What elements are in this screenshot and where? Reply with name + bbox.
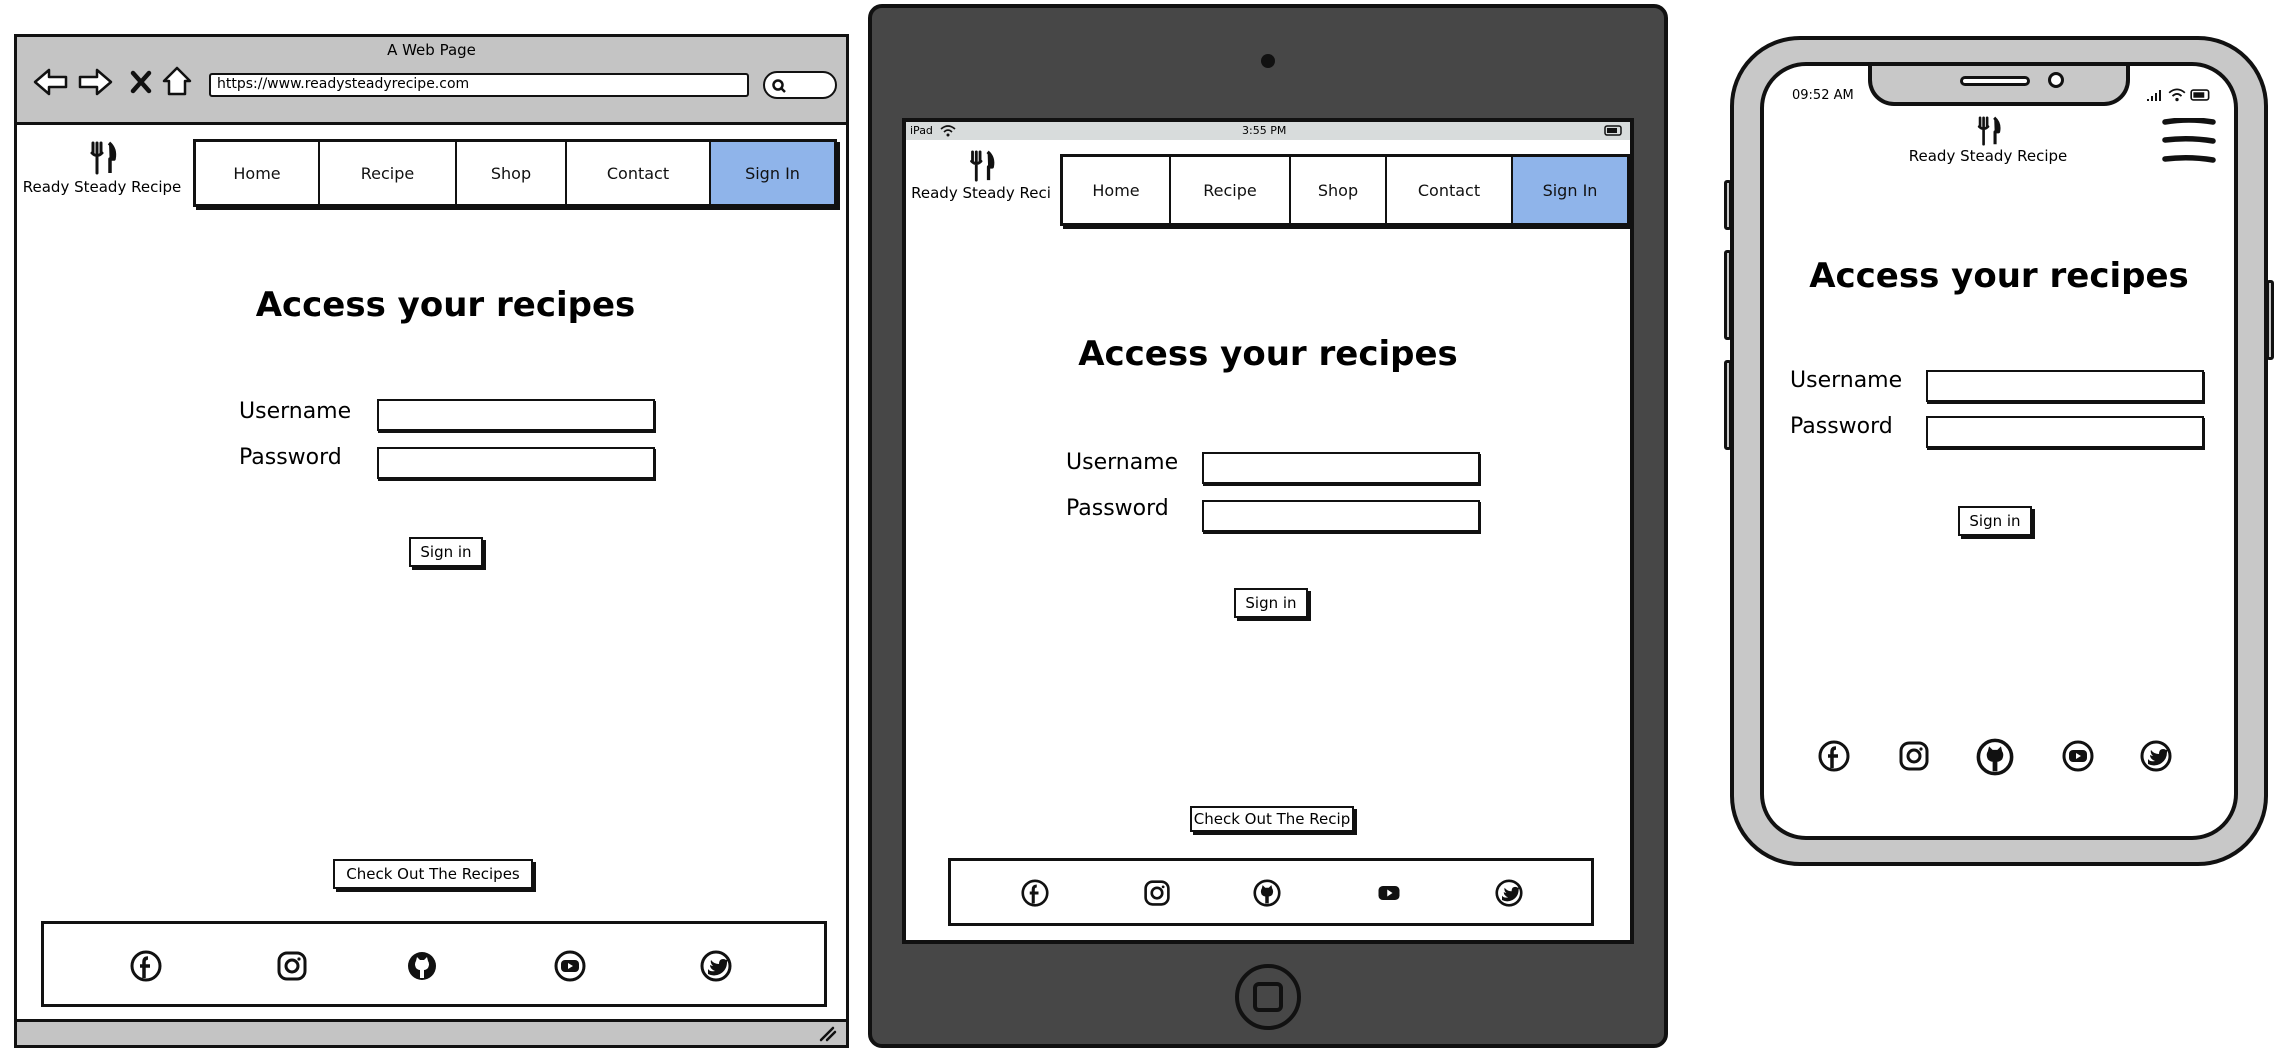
- browser-window: A Web Page https://www.readysteadyrecipe…: [14, 34, 849, 1048]
- site-logo[interactable]: Ready Steady Reci: [906, 150, 1056, 202]
- social-footer: [948, 858, 1594, 926]
- sign-in-button[interactable]: Sign in: [1958, 506, 2032, 536]
- facebook-icon[interactable]: [130, 950, 162, 982]
- nav-recipe[interactable]: Recipe: [320, 142, 457, 204]
- phone-side-button: [2266, 280, 2274, 360]
- sign-in-button[interactable]: Sign in: [1234, 588, 1308, 618]
- hamburger-menu-icon[interactable]: [2162, 118, 2216, 164]
- username-input[interactable]: [1926, 370, 2204, 402]
- password-label: Password: [239, 445, 342, 470]
- nav-shop[interactable]: Shop: [457, 142, 567, 204]
- tablet-device-label: iPad: [910, 124, 933, 137]
- site-logo[interactable]: Ready Steady Recipe: [1908, 116, 2068, 165]
- youtube-icon[interactable]: [2062, 740, 2094, 772]
- password-input[interactable]: [377, 447, 655, 479]
- back-arrow-icon[interactable]: [33, 67, 69, 97]
- username-label: Username: [1790, 368, 1903, 393]
- tablet-time: 3:55 PM: [1242, 124, 1287, 137]
- page-heading: Access your recipes: [1078, 334, 1458, 374]
- username-input[interactable]: [377, 399, 655, 431]
- github-icon[interactable]: [1976, 738, 2014, 776]
- site-brand: Ready Steady Reci: [911, 184, 1051, 202]
- search-box[interactable]: [763, 71, 837, 99]
- password-input[interactable]: [1202, 500, 1480, 532]
- phone-time: 09:52 AM: [1792, 88, 1854, 103]
- site-logo[interactable]: Ready Steady Recipe: [21, 141, 183, 196]
- fork-knife-icon: [90, 141, 117, 175]
- phone-side-button: [1724, 250, 1732, 340]
- close-icon[interactable]: [129, 69, 153, 95]
- username-input[interactable]: [1202, 452, 1480, 484]
- instagram-icon[interactable]: [276, 950, 308, 982]
- github-icon[interactable]: [406, 950, 438, 982]
- facebook-icon[interactable]: [1021, 879, 1049, 907]
- password-label: Password: [1790, 414, 1893, 439]
- twitter-icon[interactable]: [700, 950, 732, 982]
- youtube-icon[interactable]: [554, 950, 586, 982]
- nav-shop[interactable]: Shop: [1291, 157, 1387, 223]
- password-input[interactable]: [1926, 416, 2204, 448]
- fork-knife-icon: [1977, 116, 2001, 146]
- battery-icon: [2190, 89, 2210, 101]
- tablet-device: iPad 3:55 PM Ready Steady Reci Home Reci…: [868, 4, 1668, 1048]
- youtube-icon[interactable]: [1375, 879, 1403, 907]
- check-recipes-button[interactable]: Check Out The Recipes: [333, 859, 533, 889]
- instagram-icon[interactable]: [1143, 879, 1171, 907]
- wifi-icon: [940, 125, 956, 137]
- twitter-icon[interactable]: [2140, 740, 2172, 772]
- fork-knife-icon: [970, 150, 995, 182]
- check-recipes-button[interactable]: Check Out The Recip: [1190, 806, 1354, 832]
- social-footer: [41, 921, 827, 1007]
- phone-screen: 09:52 AM Ready Steady Recipe Access your…: [1760, 62, 2238, 840]
- forward-arrow-icon[interactable]: [77, 67, 113, 97]
- browser-toolbar: A Web Page https://www.readysteadyrecipe…: [17, 37, 846, 125]
- signal-icon: [2147, 90, 2161, 101]
- page-heading: Access your recipes: [1809, 256, 2189, 296]
- sign-in-button[interactable]: Sign in: [409, 537, 483, 567]
- nav-home[interactable]: Home: [1063, 157, 1171, 223]
- instagram-icon[interactable]: [1898, 740, 1930, 772]
- github-icon[interactable]: [1253, 879, 1281, 907]
- nav-contact[interactable]: Contact: [1387, 157, 1513, 223]
- resize-grip-icon[interactable]: [817, 1026, 837, 1042]
- phone-side-button: [1724, 360, 1732, 450]
- phone-side-button: [1724, 180, 1732, 230]
- nav-contact[interactable]: Contact: [567, 142, 711, 204]
- phone-notch: [1868, 66, 2130, 106]
- facebook-icon[interactable]: [1818, 740, 1850, 772]
- url-text: https://www.readysteadyrecipe.com: [217, 76, 470, 92]
- tablet-home-button[interactable]: [1235, 964, 1301, 1030]
- site-brand: Ready Steady Recipe: [22, 178, 182, 196]
- nav-sign-in[interactable]: Sign In: [1513, 157, 1627, 223]
- phone-device: 09:52 AM Ready Steady Recipe Access your…: [1724, 36, 2274, 866]
- home-icon[interactable]: [161, 65, 193, 97]
- tablet-camera: [1261, 54, 1275, 68]
- battery-icon: [1604, 125, 1622, 136]
- nav-sign-in[interactable]: Sign In: [711, 142, 834, 204]
- username-label: Username: [239, 399, 352, 424]
- social-footer: [1764, 738, 2234, 778]
- main-nav: Home Recipe Shop Contact Sign In: [193, 139, 837, 207]
- browser-status-bar: [17, 1019, 846, 1045]
- nav-home[interactable]: Home: [196, 142, 320, 204]
- tablet-screen: iPad 3:55 PM Ready Steady Reci Home Reci…: [902, 118, 1634, 944]
- url-bar[interactable]: https://www.readysteadyrecipe.com: [209, 73, 749, 97]
- twitter-icon[interactable]: [1495, 879, 1523, 907]
- site-brand: Ready Steady Recipe: [1908, 147, 2068, 165]
- tablet-status-bar: iPad 3:55 PM: [906, 122, 1630, 140]
- search-icon: [772, 79, 786, 93]
- main-nav: Home Recipe Shop Contact Sign In: [1060, 154, 1630, 226]
- page-heading: Access your recipes: [255, 285, 636, 325]
- username-label: Username: [1066, 450, 1179, 475]
- window-title: A Web Page: [387, 41, 476, 59]
- password-label: Password: [1066, 496, 1169, 521]
- wifi-icon: [2168, 88, 2186, 102]
- nav-recipe[interactable]: Recipe: [1171, 157, 1291, 223]
